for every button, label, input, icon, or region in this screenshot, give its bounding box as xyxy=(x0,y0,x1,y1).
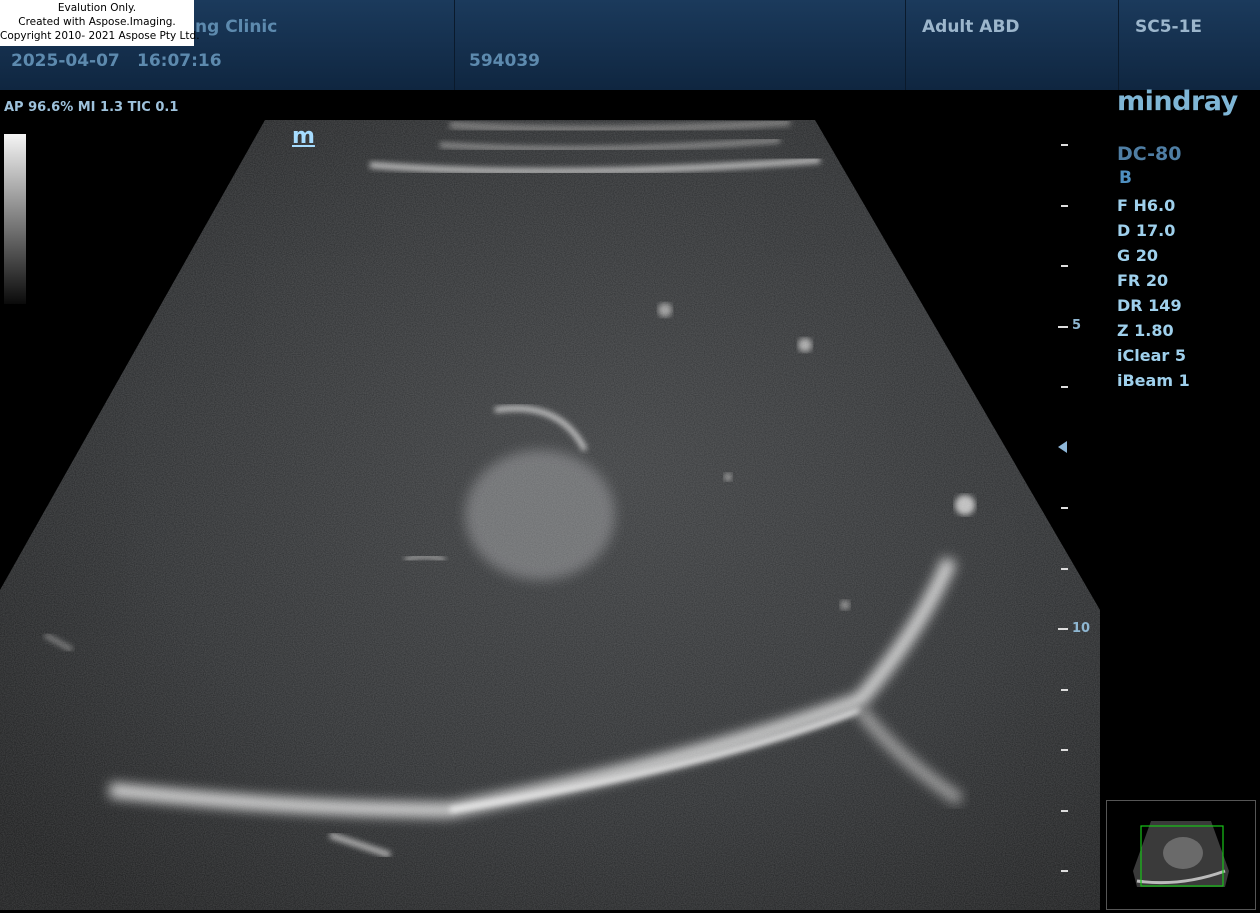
param-ibeam: iBeam 1 xyxy=(1117,371,1190,390)
depth-tick xyxy=(1058,326,1068,328)
depth-tick xyxy=(1061,810,1068,812)
depth-scale: 5 10 xyxy=(1055,130,1095,890)
imaging-mode: B xyxy=(1119,168,1132,188)
param-frequency: F H6.0 xyxy=(1117,196,1176,215)
depth-tick xyxy=(1061,205,1068,207)
depth-tick xyxy=(1061,507,1068,509)
focus-marker-icon[interactable] xyxy=(1058,441,1067,453)
header-probe-cell: SC5-1E xyxy=(1119,0,1260,90)
param-depth: D 17.0 xyxy=(1117,221,1176,240)
exam-preset: Adult ABD xyxy=(922,17,1020,37)
header-preset-cell: Adult ABD xyxy=(906,0,1118,90)
image-thumbnail[interactable] xyxy=(1106,800,1256,910)
exam-date: 2025-04-07 xyxy=(11,51,120,71)
depth-tick xyxy=(1061,386,1068,388)
depth-label-5: 5 xyxy=(1072,318,1082,333)
probe-name: SC5-1E xyxy=(1135,17,1203,37)
institution-name: ng Clinic xyxy=(195,17,278,37)
system-model: DC-80 xyxy=(1117,143,1182,165)
depth-tick xyxy=(1061,689,1068,691)
param-frame-rate: FR 20 xyxy=(1117,271,1169,290)
sector-thumbnail-icon xyxy=(1133,821,1229,887)
param-iclear: iClear 5 xyxy=(1117,346,1186,365)
depth-tick xyxy=(1061,144,1068,146)
header-id-cell: 594039 xyxy=(455,0,905,90)
watermark-line: Copyright 2010- 2021 Aspose Pty Ltd. xyxy=(0,30,200,42)
param-zoom: Z 1.80 xyxy=(1117,321,1174,340)
depth-tick xyxy=(1058,628,1068,630)
depth-tick xyxy=(1061,265,1068,267)
watermark-line: Created with Aspose.Imaging. xyxy=(18,16,176,28)
sector-region xyxy=(0,120,1100,910)
probe-orientation-marker: m xyxy=(292,124,315,149)
acoustic-output-readout: AP 96.6% MI 1.3 TIC 0.1 xyxy=(4,100,179,115)
ultrasound-image[interactable] xyxy=(0,120,1105,910)
imaging-parameters: F H6.0 D 17.0 G 20 FR 20 DR 149 Z 1.80 i… xyxy=(1117,195,1190,395)
depth-label-10: 10 xyxy=(1072,621,1091,636)
watermark-box: Evalution Only. Created with Aspose.Imag… xyxy=(0,0,200,46)
exam-time: 16:07:16 xyxy=(137,51,222,71)
depth-tick xyxy=(1061,870,1068,872)
param-dynamic-range: DR 149 xyxy=(1117,296,1182,315)
patient-id: 594039 xyxy=(469,51,540,71)
brand-logo: mindray xyxy=(1117,86,1238,117)
param-gain: G 20 xyxy=(1117,246,1158,265)
watermark-line: Evalution Only. xyxy=(57,2,137,14)
depth-tick xyxy=(1061,749,1068,751)
depth-tick xyxy=(1061,568,1068,570)
